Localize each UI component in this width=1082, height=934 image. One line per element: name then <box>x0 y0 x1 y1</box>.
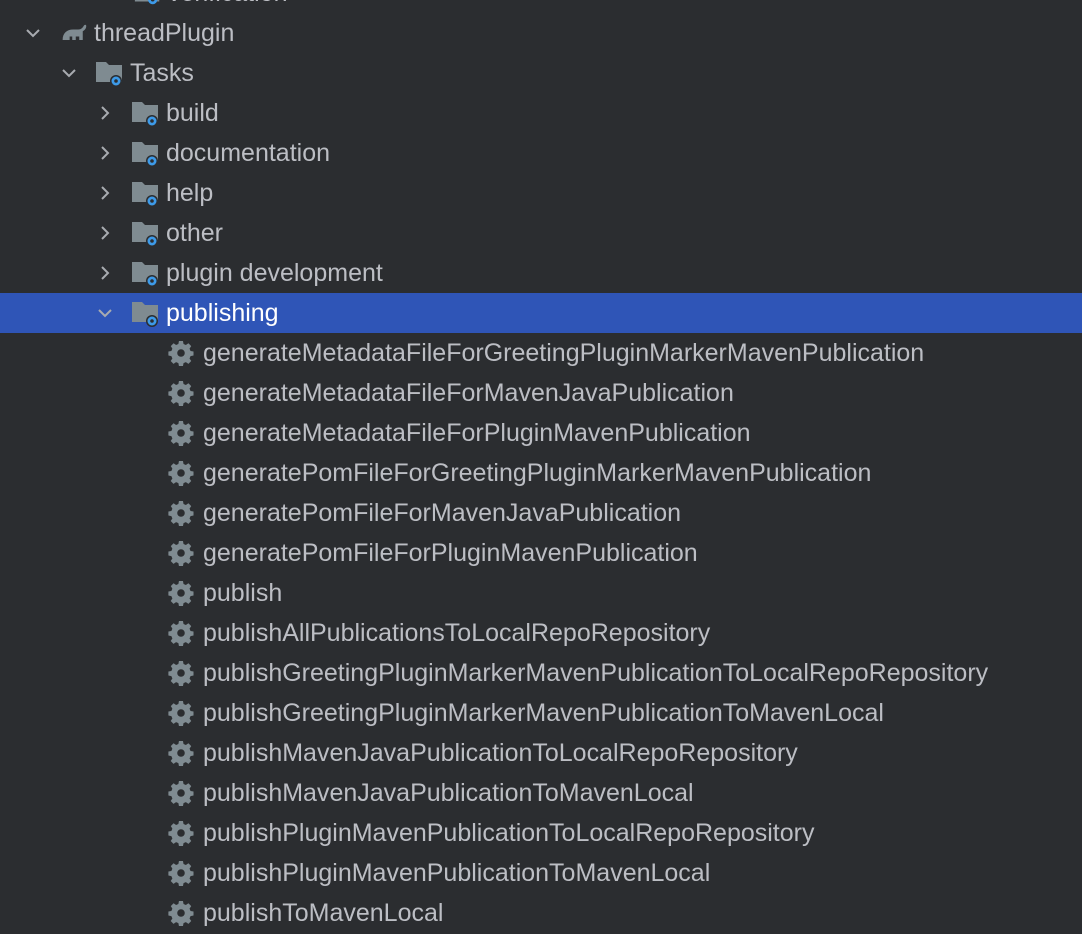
chevron-down-icon[interactable] <box>20 20 46 46</box>
folder-gear-icon <box>130 257 162 289</box>
tree-node-task[interactable]: generatePomFileForGreetingPluginMarkerMa… <box>0 453 1082 493</box>
tree-node-label: verification <box>168 0 288 8</box>
tree-node-category-publishing[interactable]: publishing <box>0 293 1082 333</box>
tree-node-task[interactable]: publishPluginMavenPublicationToLocalRepo… <box>0 813 1082 853</box>
tree-node-label: help <box>166 178 214 207</box>
tree-node-verification[interactable]: verification <box>0 0 1082 13</box>
gear-icon <box>167 857 195 889</box>
task-label: generatePomFileForPluginMavenPublication <box>203 538 698 567</box>
tree-node-task[interactable]: generateMetadataFileForPluginMavenPublic… <box>0 413 1082 453</box>
chevron-right-icon[interactable] <box>92 260 118 286</box>
folder-gear-icon <box>94 57 126 89</box>
tree-node-task[interactable]: publish <box>0 573 1082 613</box>
task-label: generatePomFileForGreetingPluginMarkerMa… <box>203 458 872 487</box>
tree-node-category-other[interactable]: other <box>0 213 1082 253</box>
tree-node-task[interactable]: generateMetadataFileForMavenJavaPublicat… <box>0 373 1082 413</box>
chevron-down-icon[interactable] <box>92 300 118 326</box>
gear-icon <box>167 817 195 849</box>
task-label: publishMavenJavaPublicationToLocalRepoRe… <box>203 738 798 767</box>
gear-icon <box>167 617 195 649</box>
gear-icon <box>167 537 195 569</box>
task-label: publish <box>203 578 283 607</box>
tree-node-category-build[interactable]: build <box>0 93 1082 133</box>
chevron-right-icon[interactable] <box>92 140 118 166</box>
chevron-down-icon[interactable] <box>56 60 82 86</box>
tree-node-task[interactable]: publishMavenJavaPublicationToMavenLocal <box>0 773 1082 813</box>
task-label: generateMetadataFileForGreetingPluginMar… <box>203 338 925 367</box>
gear-icon <box>167 337 195 369</box>
tree-node-label: threadPlugin <box>94 18 235 47</box>
tree-node-task[interactable]: publishMavenJavaPublicationToLocalRepoRe… <box>0 733 1082 773</box>
gear-icon <box>167 497 195 529</box>
tree-node-task[interactable]: generatePomFileForMavenJavaPublication <box>0 493 1082 533</box>
tree-node-task[interactable]: generateMetadataFileForGreetingPluginMar… <box>0 333 1082 373</box>
task-label: publishGreetingPluginMarkerMavenPublicat… <box>203 658 989 687</box>
tree-node-label: publishing <box>166 298 279 327</box>
tree-node-project[interactable]: threadPlugin <box>0 13 1082 53</box>
chevron-right-icon[interactable] <box>92 100 118 126</box>
task-label: publishAllPublicationsToLocalRepoReposit… <box>203 618 711 647</box>
folder-gear-icon <box>132 0 164 9</box>
task-label: publishGreetingPluginMarkerMavenPublicat… <box>203 698 884 727</box>
tree-node-task[interactable]: publishToMavenLocal <box>0 893 1082 933</box>
tree-node-category-documentation[interactable]: documentation <box>0 133 1082 173</box>
tree-node-task[interactable]: publishAllPublicationsToLocalRepoReposit… <box>0 613 1082 653</box>
gear-icon <box>167 457 195 489</box>
gradle-elephant-icon <box>58 17 90 49</box>
chevron-right-icon[interactable] <box>92 220 118 246</box>
task-label: publishMavenJavaPublicationToMavenLocal <box>203 778 694 807</box>
tree-node-task[interactable]: generatePomFileForPluginMavenPublication <box>0 533 1082 573</box>
gear-icon <box>167 737 195 769</box>
folder-gear-icon <box>130 217 162 249</box>
task-label: generateMetadataFileForPluginMavenPublic… <box>203 418 751 447</box>
tree-node-task[interactable]: publishPluginMavenPublicationToMavenLoca… <box>0 853 1082 893</box>
gear-icon <box>167 777 195 809</box>
folder-gear-icon <box>130 97 162 129</box>
task-label: publishPluginMavenPublicationToLocalRepo… <box>203 818 815 847</box>
tree-node-label: plugin development <box>166 258 383 287</box>
gear-icon <box>167 577 195 609</box>
tree-node-category-plugin-development[interactable]: plugin development <box>0 253 1082 293</box>
gear-icon <box>167 377 195 409</box>
tree-node-label: Tasks <box>130 58 194 87</box>
folder-gear-icon <box>130 137 162 169</box>
tree-node-label: documentation <box>166 138 331 167</box>
gear-icon <box>167 897 195 929</box>
tree-node-category-help[interactable]: help <box>0 173 1082 213</box>
task-label: generatePomFileForMavenJavaPublication <box>203 498 682 527</box>
folder-gear-icon <box>130 297 162 329</box>
gear-icon <box>167 657 195 689</box>
tree-node-label: other <box>166 218 223 247</box>
tree-node-tasks[interactable]: Tasks <box>0 53 1082 93</box>
tree-node-label: build <box>166 98 219 127</box>
tree-node-task[interactable]: publishGreetingPluginMarkerMavenPublicat… <box>0 653 1082 693</box>
gear-icon <box>167 697 195 729</box>
task-label: publishPluginMavenPublicationToMavenLoca… <box>203 858 711 887</box>
task-label: publishToMavenLocal <box>203 898 444 927</box>
task-label: generateMetadataFileForMavenJavaPublicat… <box>203 378 734 407</box>
gear-icon <box>167 417 195 449</box>
folder-gear-icon <box>130 177 162 209</box>
chevron-right-icon[interactable] <box>92 180 118 206</box>
tree-node-task[interactable]: publishGreetingPluginMarkerMavenPublicat… <box>0 693 1082 733</box>
